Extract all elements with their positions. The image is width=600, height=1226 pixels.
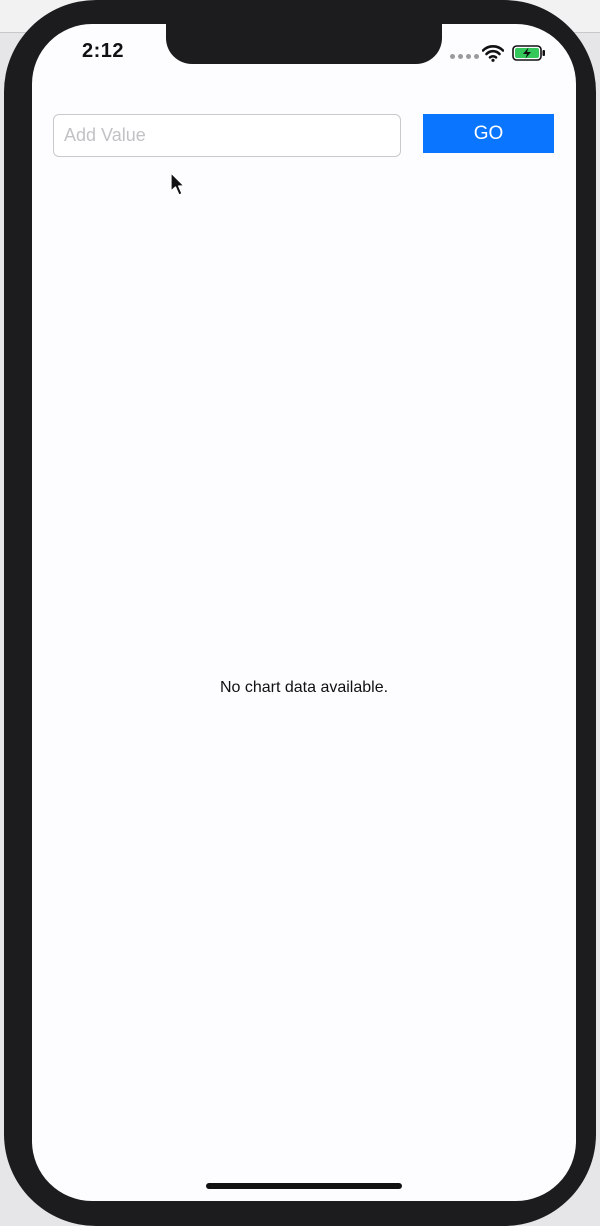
home-indicator[interactable] bbox=[206, 1183, 402, 1189]
no-chart-data-message: No chart data available. bbox=[219, 679, 389, 696]
device-notch bbox=[166, 24, 442, 64]
phone-screen: 2:12 GO No chart data available. bbox=[32, 24, 576, 1201]
mouse-pointer-icon bbox=[170, 172, 185, 196]
battery-charging-icon bbox=[512, 45, 545, 61]
add-value-input[interactable] bbox=[53, 114, 401, 157]
phone-frame: 2:12 GO No chart data available. bbox=[4, 0, 596, 1226]
cellular-signal-icon bbox=[450, 54, 479, 59]
status-time: 2:12 bbox=[82, 40, 125, 62]
wifi-icon bbox=[482, 45, 504, 62]
chart-area: No chart data available. bbox=[32, 174, 576, 1164]
go-button[interactable]: GO bbox=[423, 114, 554, 153]
